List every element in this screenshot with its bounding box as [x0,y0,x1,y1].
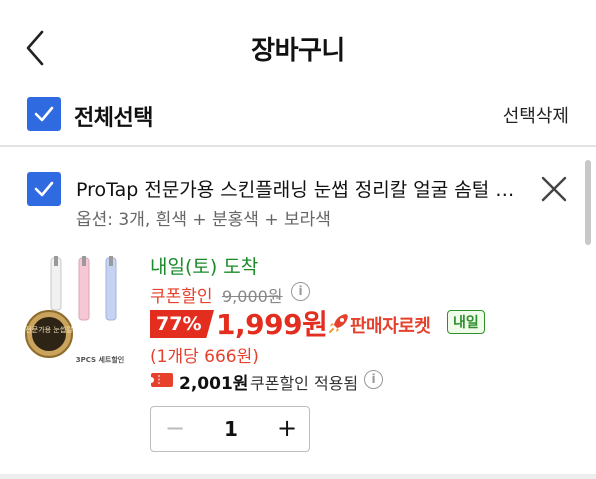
seller-rocket-label: 판매자로켓 [350,316,431,337]
section-divider [0,474,596,479]
select-all-label[interactable]: 전체선택 [74,100,153,132]
tomorrow-badge: 내일 [447,310,485,334]
select-all-checkbox[interactable] [27,97,61,131]
increase-quantity-button[interactable]: + [273,415,301,443]
header: 장바구니 [0,0,596,92]
thumbnail-caption: 3PCS 세트할인 [76,355,125,364]
quantity-value[interactable]: 1 [211,417,251,441]
coupon-applied-amount: 2,001원 [179,374,249,394]
coupon-icon [151,373,173,387]
sale-price: 1,999원 [216,308,328,341]
discount-rate-badge: 77% [150,310,214,338]
product-title[interactable]: ProTap 전문가용 스킨플래닝 눈썹 정리칼 얼굴 솜털 면도기 [76,175,526,202]
info-icon[interactable]: i [364,370,383,389]
coupon-discount-label: 쿠폰할인 [150,287,213,307]
rocket-icon [329,314,348,333]
info-icon[interactable]: i [291,282,310,301]
coupon-applied-text: 쿠폰할인 적용됨 [250,374,359,393]
scrollbar[interactable] [585,160,591,245]
page-title: 장바구니 [251,36,345,66]
close-icon[interactable] [540,175,568,203]
quantity-stepper: − 1 + [150,406,310,452]
arrival-date: 내일(토) 도착 [150,256,259,278]
divider [0,145,596,147]
check-icon [34,106,54,122]
unit-price: (1개당 666원) [150,347,259,367]
thumbnail-badge-text: 전문가용 눈썹칼 [25,325,73,334]
delete-selected-button[interactable]: 선택삭제 [503,102,569,128]
decrease-quantity-button[interactable]: − [161,415,189,443]
product-options: 옵션: 3개, 흰색 + 분홍색 + 보라색 [76,210,331,230]
item-checkbox[interactable] [27,172,61,206]
product-thumbnail[interactable]: 전문가용 눈썹칼 3PCS 세트할인 [24,252,136,380]
check-icon [34,181,54,197]
